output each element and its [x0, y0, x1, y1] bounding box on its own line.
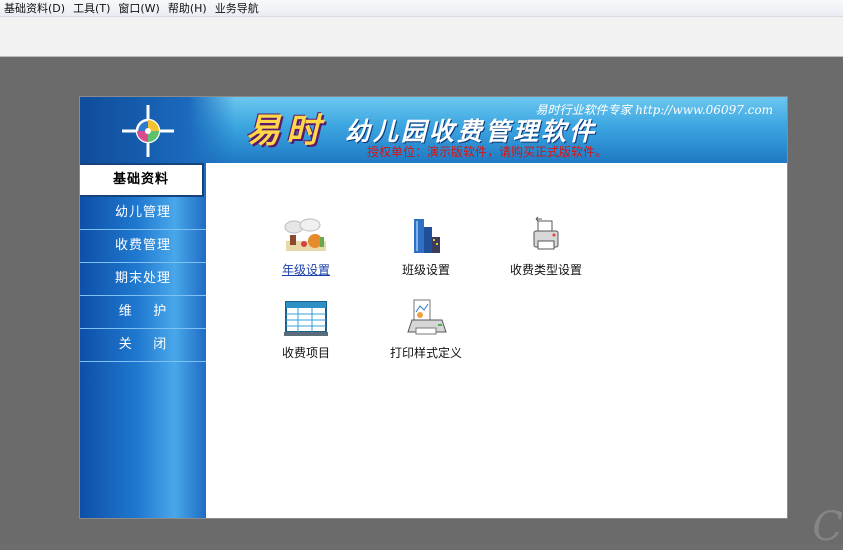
menu-help[interactable]: 帮助(H) [164, 0, 211, 16]
sidebar-item-maintenance[interactable]: 维 护 [80, 296, 206, 329]
module-grade-settings[interactable]: 年级设置 [261, 215, 351, 278]
class-settings-icon [414, 219, 440, 253]
vendor-tagline: 易时行业软件专家 http://www.06097.com [535, 103, 773, 117]
main-window: 易时 幼儿园收费管理软件 易时行业软件专家 http://www.06097.c… [79, 96, 788, 519]
module-class-settings[interactable]: 班级设置 [381, 215, 471, 278]
sidebar-item-close[interactable]: 关 闭 [80, 329, 206, 362]
menu-bar: 基础资料(D) 工具(T) 窗口(W) 帮助(H) 业务导航 [0, 0, 843, 17]
sidebar-item-fee-management[interactable]: 收费管理 [80, 230, 206, 263]
menu-basic-data[interactable]: 基础资料(D) [0, 0, 69, 16]
fee-type-settings-icon [533, 216, 559, 250]
module-fee-items[interactable]: 收费项目 [261, 298, 351, 361]
module-label: 班级设置 [401, 263, 450, 277]
module-label: 年级设置 [281, 263, 330, 277]
module-label: 收费类型设置 [509, 263, 582, 277]
module-label: 收费项目 [281, 346, 330, 360]
module-panel: 年级设置 班级设置 收费类型设置 收费项目 打印样式定义 [207, 163, 787, 518]
module-fee-type-settings[interactable]: 收费类型设置 [501, 215, 591, 278]
app-banner: 易时 幼儿园收费管理软件 易时行业软件专家 http://www.06097.c… [80, 97, 787, 163]
license-notice: 授权单位：演示版软件，请购买正式版软件。 [367, 145, 608, 159]
toolbar [0, 17, 843, 57]
grade-settings-icon [284, 218, 326, 251]
module-print-style[interactable]: 打印样式定义 [381, 298, 471, 361]
background-watermark: C [812, 504, 843, 550]
print-style-icon [407, 299, 447, 335]
brand-name: 易时 [246, 111, 326, 151]
menu-tools[interactable]: 工具(T) [69, 0, 114, 16]
crosshair-logo-icon [122, 105, 174, 157]
sidebar: 基础资料 幼儿管理 收费管理 期末处理 维 护 关 闭 [80, 163, 206, 518]
sidebar-item-basic-data[interactable]: 基础资料 [80, 163, 204, 197]
menu-window[interactable]: 窗口(W) [114, 0, 163, 16]
module-label: 打印样式定义 [389, 346, 462, 360]
sidebar-item-child-management[interactable]: 幼儿管理 [80, 197, 206, 230]
sidebar-item-period-end[interactable]: 期末处理 [80, 263, 206, 296]
menu-business-nav[interactable]: 业务导航 [211, 0, 263, 16]
fee-items-icon [284, 301, 328, 336]
